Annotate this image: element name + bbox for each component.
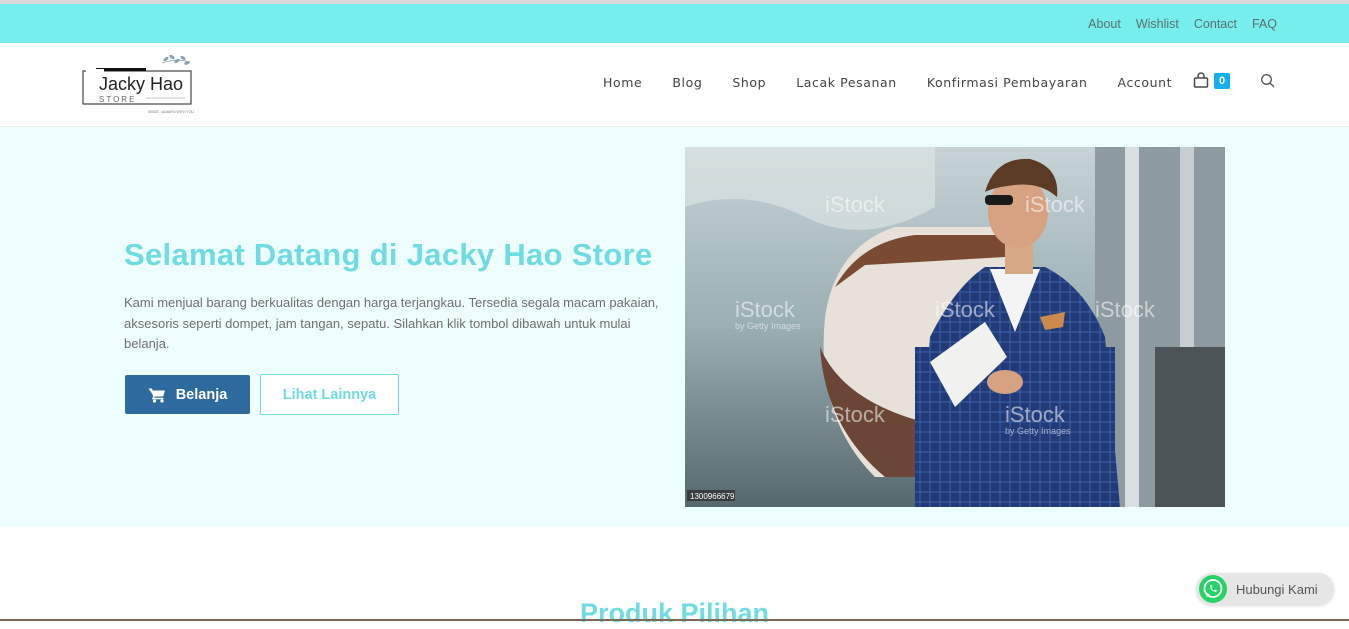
- nav-account[interactable]: Account: [1103, 75, 1188, 90]
- whatsapp-label: Hubungi Kami: [1236, 581, 1318, 597]
- top-bar: About Wishlist Contact FAQ: [0, 4, 1349, 43]
- logo-text: Jacky Hao: [99, 74, 183, 94]
- watermark-text: iStock: [825, 402, 886, 427]
- watermark-text: iStock: [1025, 192, 1086, 217]
- watermark-text: iStock: [825, 192, 886, 217]
- stock-id: 1300966679: [690, 492, 735, 501]
- shop-button-label: Belanja: [175, 386, 228, 403]
- hero-description: Kami menjual barang berkualitas dengan h…: [124, 295, 659, 351]
- see-more-button-label: Lihat Lainnya: [282, 386, 377, 403]
- topbar-link-faq[interactable]: FAQ: [1252, 17, 1277, 31]
- logo-mark: Jacky Hao STORE SINCE · ALWAYS WITH YOU: [82, 54, 194, 114]
- search-button[interactable]: [1260, 73, 1276, 89]
- featured-products-title: Produk Pilihan: [579, 598, 770, 628]
- top-bar-menu: About Wishlist Contact FAQ: [1088, 4, 1277, 43]
- hero-section: Selamat Datang di Jacky Hao Store Kami m…: [0, 127, 1349, 527]
- nav-lacak-pesanan[interactable]: Lacak Pesanan: [781, 75, 912, 90]
- watermark-subtext: by Getty Images: [1005, 426, 1071, 436]
- cart-icon: [148, 387, 165, 403]
- watermark-text: iStock: [735, 297, 796, 322]
- site-header: Jacky Hao STORE SINCE · ALWAYS WITH YOU …: [0, 43, 1349, 127]
- nav-home[interactable]: Home: [588, 75, 657, 90]
- watermark-text: iStock: [1095, 297, 1156, 322]
- nav-konfirmasi-pembayaran[interactable]: Konfirmasi Pembayaran: [912, 75, 1103, 90]
- whatsapp-icon: [1199, 575, 1227, 603]
- whatsapp-contact-button[interactable]: Hubungi Kami: [1196, 573, 1334, 605]
- shop-button[interactable]: Belanja: [125, 375, 250, 414]
- watermark-text: iStock: [935, 297, 996, 322]
- search-icon: [1261, 74, 1275, 88]
- watermark-text: iStock: [1005, 402, 1066, 427]
- logo-subtext: STORE: [99, 95, 136, 104]
- hero-title: Selamat Datang di Jacky Hao Store: [124, 237, 653, 272]
- topbar-link-contact[interactable]: Contact: [1194, 17, 1237, 31]
- cart-button[interactable]: 0: [1191, 71, 1235, 93]
- logo-tagline: SINCE · ALWAYS WITH YOU: [148, 110, 194, 114]
- shopping-bag-icon: [1193, 72, 1209, 88]
- topbar-link-wishlist[interactable]: Wishlist: [1136, 17, 1179, 31]
- see-more-button[interactable]: Lihat Lainnya: [260, 374, 399, 415]
- topbar-link-about[interactable]: About: [1088, 17, 1121, 31]
- main-navigation: Home Blog Shop Lacak Pesanan Konfirmasi …: [588, 43, 1187, 121]
- watermark-subtext: by Getty Images: [735, 321, 801, 331]
- hero-photo: iStock iStock iStock iStock iStock iStoc…: [685, 147, 1225, 507]
- site-logo[interactable]: Jacky Hao STORE SINCE · ALWAYS WITH YOU: [80, 49, 196, 115]
- cart-count-badge: 0: [1214, 73, 1230, 89]
- nav-shop[interactable]: Shop: [717, 75, 781, 90]
- nav-blog[interactable]: Blog: [657, 75, 717, 90]
